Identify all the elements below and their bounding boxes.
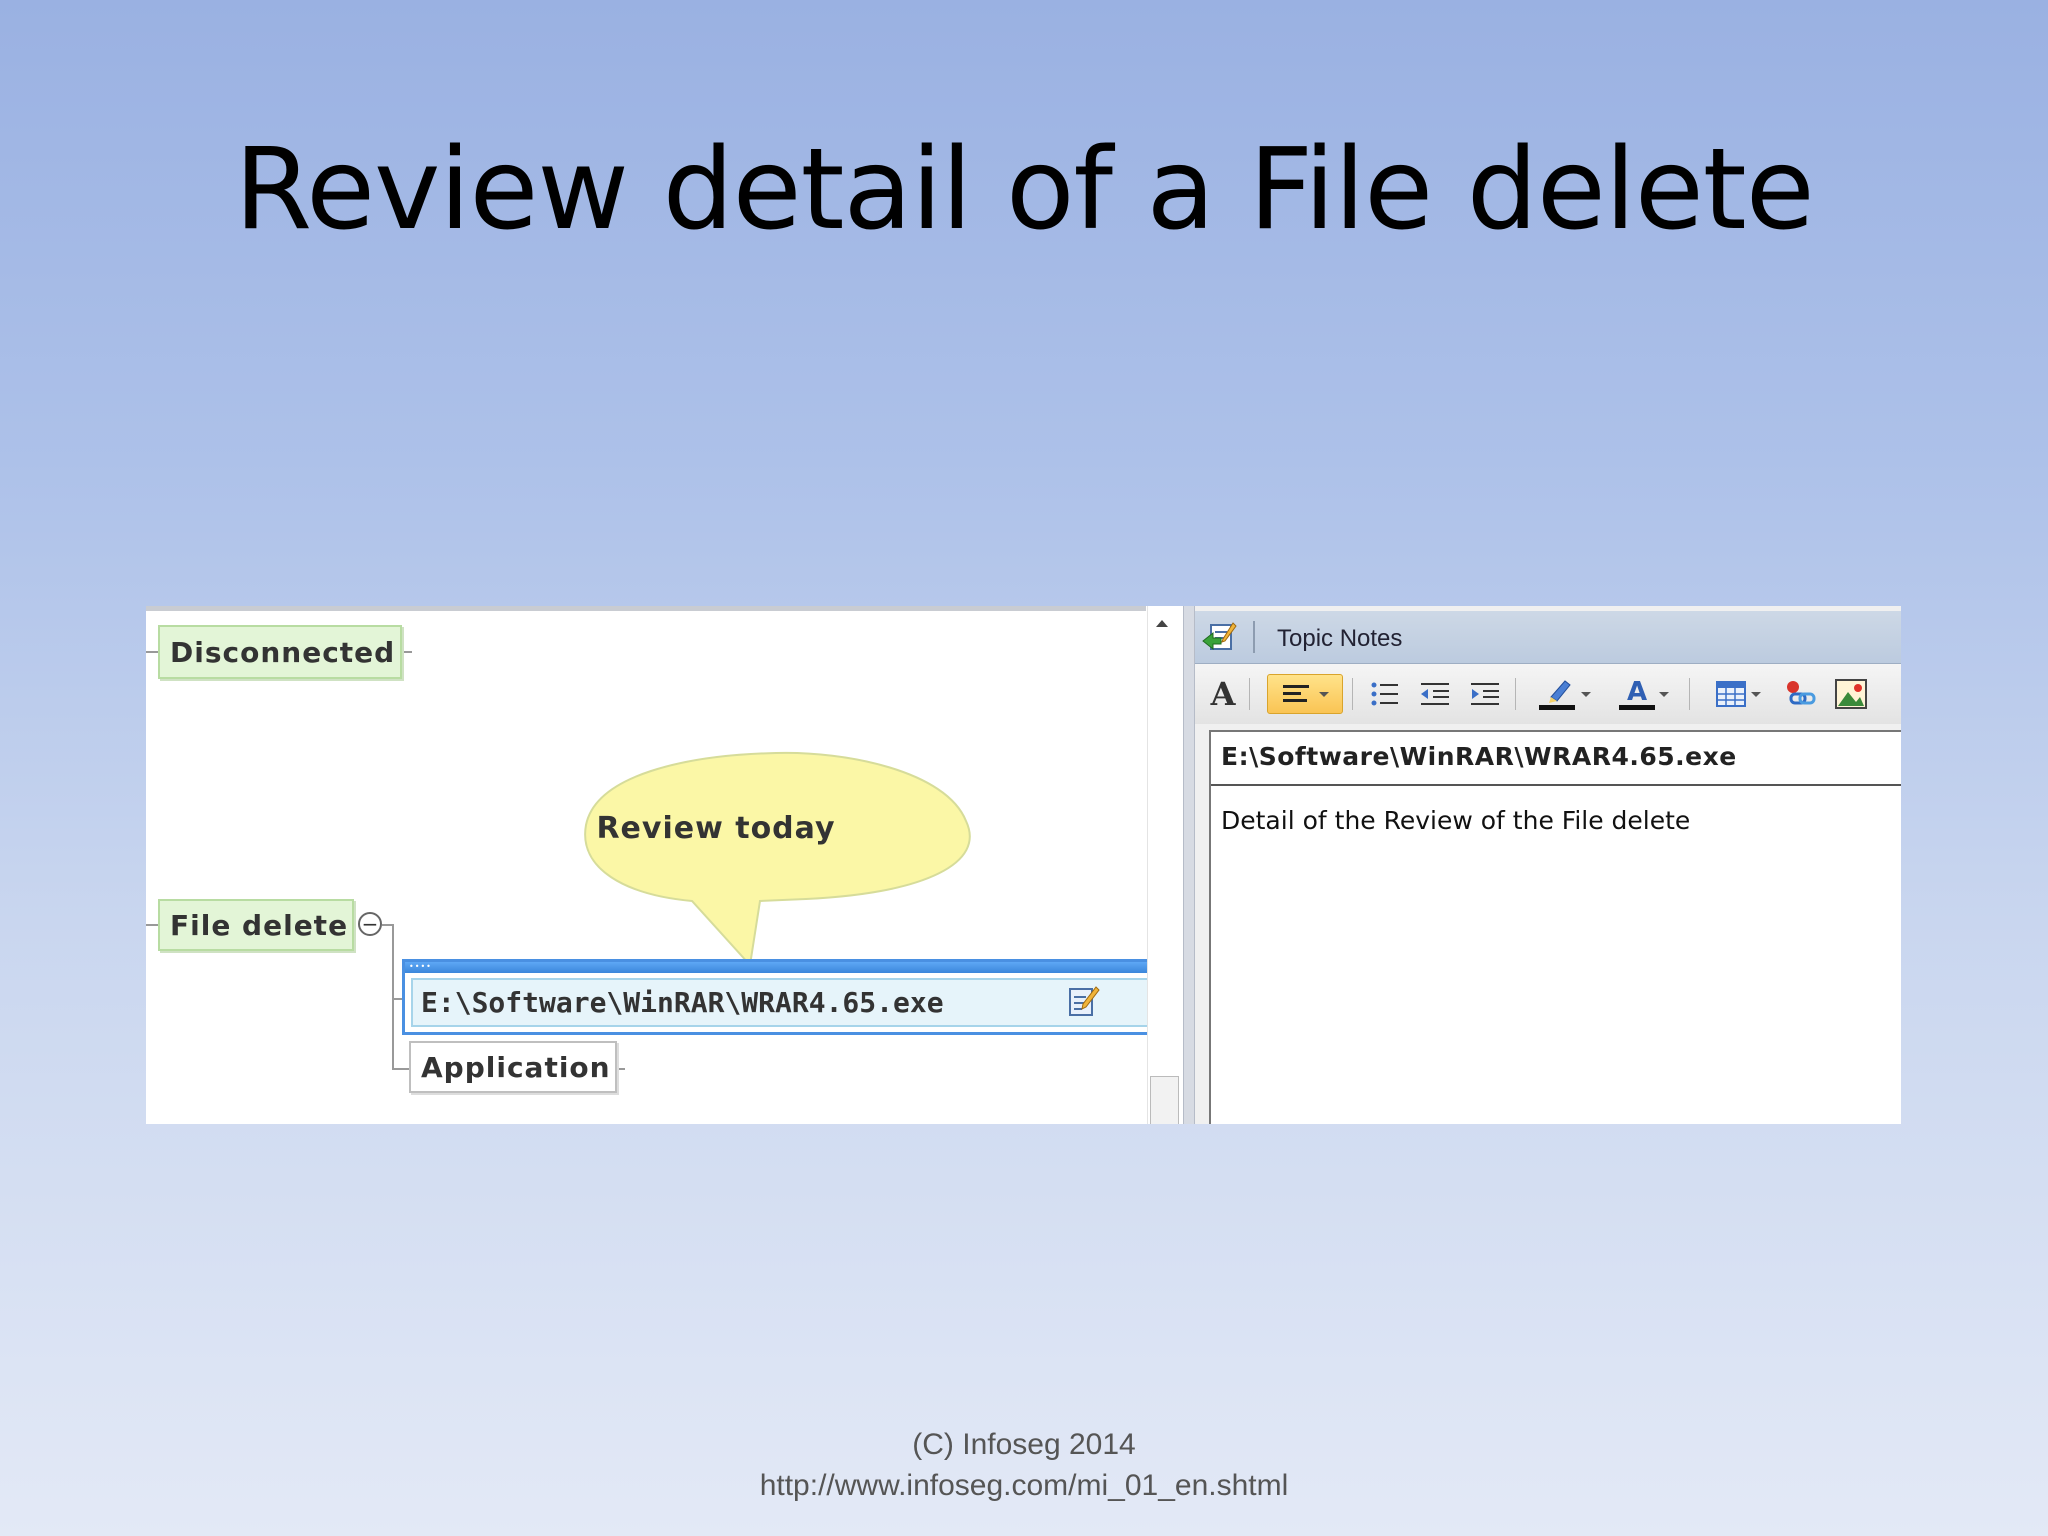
mindmap-canvas[interactable]: Disconnected File delete − Review today … (146, 606, 1208, 1124)
decrease-indent-glyph (1421, 683, 1449, 705)
selection-handle-bar[interactable]: •••• ◂▸ (405, 960, 1205, 973)
notes-back-icon[interactable] (1201, 621, 1237, 655)
notes-divider (1211, 784, 1901, 786)
footer-copyright: (C) Infoseg 2014 (912, 1428, 1136, 1461)
connector-line (402, 651, 412, 653)
header-separator (1253, 621, 1255, 653)
connector-line (382, 924, 392, 926)
topic-application[interactable]: Application (409, 1041, 617, 1093)
hyperlink-icon[interactable] (1781, 674, 1821, 714)
dropdown-arrow-icon (1751, 691, 1761, 697)
scroll-thumb[interactable] (1150, 1076, 1179, 1124)
font-glyph: A (1210, 675, 1236, 713)
topic-notes-pane: Topic Notes A A E:\Software\WinRAR\WRAR4… (1195, 606, 1901, 1124)
connector-line (392, 998, 402, 1000)
scroll-up-icon[interactable] (1156, 620, 1168, 627)
pane-splitter[interactable] (1183, 606, 1195, 1124)
font-icon[interactable]: A (1205, 674, 1241, 714)
connector-line (392, 924, 394, 1070)
connector-line (392, 1068, 409, 1070)
callout-bubble[interactable] (546, 751, 1036, 981)
slide-footer: (C) Infoseg 2014 http://www.infoseg.com/… (0, 1424, 2048, 1506)
bullet-list-icon[interactable] (1365, 674, 1405, 714)
notes-editor[interactable]: E:\Software\WinRAR\WRAR4.65.exe Detail o… (1209, 730, 1901, 1124)
connector-line (146, 651, 158, 653)
dropdown-arrow-icon (1319, 691, 1329, 697)
font-color-letter: A (1626, 676, 1648, 707)
topic-label: Disconnected (170, 635, 396, 669)
highlight-glyph (1539, 680, 1575, 710)
color-swatch (1619, 704, 1655, 710)
highlight-icon[interactable] (1529, 674, 1599, 714)
topic-label: File delete (170, 908, 349, 942)
hyperlink-glyph (1787, 681, 1816, 705)
drag-handle-icon[interactable]: •••• (409, 962, 432, 971)
callout-label: Review today (596, 811, 836, 846)
increase-indent-icon[interactable] (1465, 674, 1505, 714)
table-glyph (1716, 681, 1746, 707)
bullet-list-glyph (1371, 682, 1398, 706)
align-left-glyph (1283, 685, 1309, 702)
topic-label: Application (421, 1050, 611, 1084)
toolbar-separator (1249, 678, 1250, 710)
notes-pane-title: Topic Notes (1277, 625, 1403, 652)
toolbar-separator (1689, 678, 1690, 710)
dropdown-arrow-icon (1581, 691, 1591, 697)
notes-indicator-icon[interactable] (1068, 985, 1100, 1017)
increase-indent-glyph (1471, 683, 1499, 705)
topic-disconnected[interactable]: Disconnected (158, 625, 402, 679)
notes-toolbar: A A (1195, 664, 1901, 724)
vertical-scrollbar[interactable] (1147, 606, 1183, 1124)
toolbar-separator (1352, 678, 1353, 710)
slide-title: Review detail of a File delete (234, 125, 1814, 255)
image-glyph (1835, 679, 1867, 709)
notes-body-text: Detail of the Review of the File delete (1221, 806, 1691, 835)
dropdown-arrow-icon (1659, 691, 1669, 697)
image-icon[interactable] (1831, 674, 1871, 714)
decrease-indent-icon[interactable] (1415, 674, 1455, 714)
align-left-icon[interactable] (1267, 674, 1343, 714)
topic-file-delete[interactable]: File delete (158, 899, 354, 951)
font-color-glyph: A (1619, 679, 1655, 710)
notes-header: Topic Notes (1195, 611, 1901, 664)
connector-line (617, 1068, 625, 1070)
toolbar-separator (1515, 678, 1516, 710)
notes-topic-heading: E:\Software\WinRAR\WRAR4.65.exe (1221, 742, 1737, 771)
font-color-icon[interactable]: A (1609, 674, 1679, 714)
footer-url: http://www.infoseg.com/mi_01_en.shtml (759, 1469, 1289, 1502)
table-icon[interactable] (1705, 674, 1771, 714)
connector-line (146, 924, 158, 926)
collapse-toggle-icon[interactable]: − (358, 912, 382, 936)
app-screenshot: Disconnected File delete − Review today … (146, 606, 1901, 1124)
